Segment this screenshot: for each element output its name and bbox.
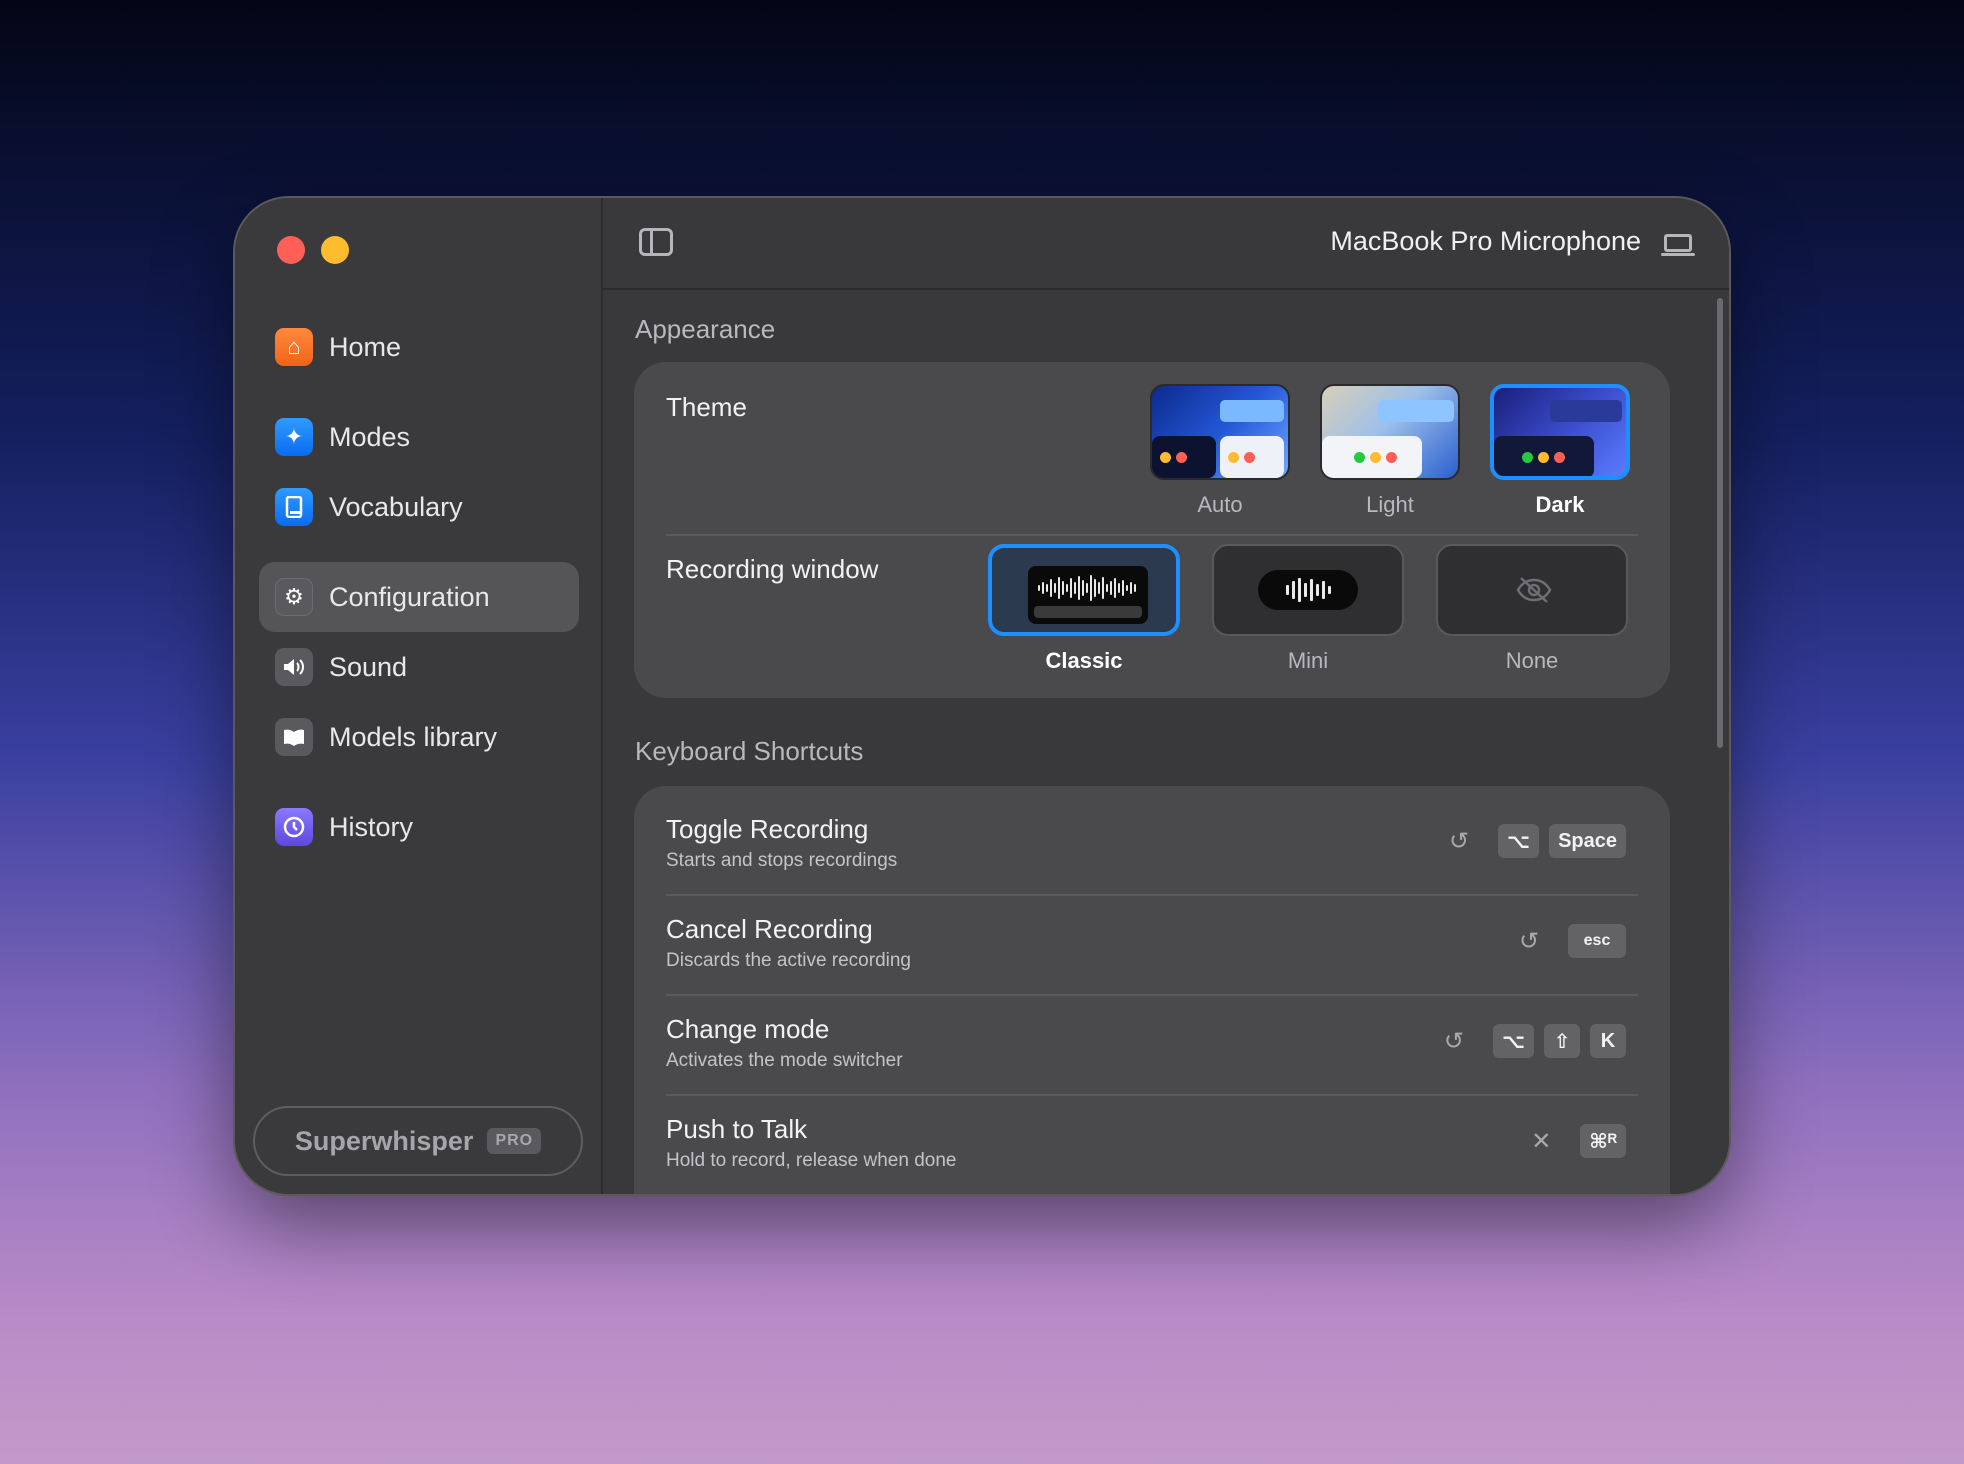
shortcut-subtitle: Activates the mode switcher xyxy=(666,1050,903,1071)
recording-option-mini[interactable]: Mini xyxy=(1212,544,1404,674)
shortcut-keys-toggle-recording[interactable]: ↺ ⌥ Space xyxy=(1446,824,1626,858)
sidebar-item-label: Models library xyxy=(329,721,498,752)
waveform-icon xyxy=(1258,570,1358,610)
shortcut-title: Push to Talk xyxy=(666,1114,808,1144)
gear-icon: ⚙ xyxy=(275,578,313,616)
shortcut-subtitle: Hold to record, release when done xyxy=(666,1150,957,1171)
shortcut-subtitle: Discards the active recording xyxy=(666,950,911,971)
eye-slash-icon xyxy=(1516,577,1552,603)
brand-name: Superwhisper xyxy=(294,1125,474,1156)
scrollbar[interactable] xyxy=(1717,298,1723,748)
divider xyxy=(666,534,1638,536)
sidebar: ⌂ Home ✦ Modes Vocabulary ⚙ Configuratio… xyxy=(235,198,603,1194)
sidebar-item-sound[interactable]: Sound xyxy=(259,632,579,702)
theme-option-light[interactable]: Light xyxy=(1320,384,1460,518)
sidebar-item-label: Configuration xyxy=(329,581,490,612)
recording-mini-thumbnail xyxy=(1212,544,1404,636)
waveform-icon xyxy=(1038,574,1138,602)
key-option: ⌥ xyxy=(1498,824,1540,858)
reset-icon[interactable]: ↺ xyxy=(1516,928,1542,955)
theme-label-light: Light xyxy=(1366,492,1414,517)
sidebar-item-models-library[interactable]: Models library xyxy=(259,702,579,772)
sidebar-item-label: Modes xyxy=(329,421,411,452)
divider xyxy=(666,1094,1638,1096)
keyboard-shortcuts-title: Keyboard Shortcuts xyxy=(635,736,864,766)
sidebar-item-home[interactable]: ⌂ Home xyxy=(259,312,579,382)
recording-none-thumbnail xyxy=(1436,544,1628,636)
close-button[interactable] xyxy=(277,236,305,264)
appearance-section-title: Appearance xyxy=(635,314,776,344)
recording-classic-thumbnail xyxy=(988,544,1180,636)
history-icon xyxy=(275,808,313,846)
clear-icon[interactable]: ✕ xyxy=(1528,1128,1554,1155)
theme-label-dark: Dark xyxy=(1535,492,1585,517)
speaker-icon xyxy=(275,648,313,686)
recording-option-classic[interactable]: Classic xyxy=(988,544,1180,674)
recording-window-label: Recording window xyxy=(666,554,879,584)
sidebar-item-configuration[interactable]: ⚙ Configuration xyxy=(259,562,579,632)
key-space: Space xyxy=(1549,824,1626,858)
microphone-selector[interactable]: MacBook Pro Microphone xyxy=(1330,226,1641,257)
recording-option-none[interactable]: None xyxy=(1436,544,1628,674)
key-shift: ⇧ xyxy=(1544,1024,1580,1058)
sidebar-item-vocabulary[interactable]: Vocabulary xyxy=(259,472,579,542)
sidebar-item-label: History xyxy=(329,811,414,842)
theme-dark-thumbnail xyxy=(1490,384,1630,480)
shortcut-subtitle: Starts and stops recordings xyxy=(666,850,898,871)
open-book-icon xyxy=(275,718,313,756)
app-window: ⌂ Home ✦ Modes Vocabulary ⚙ Configuratio… xyxy=(233,196,1731,1196)
shortcut-title: Cancel Recording xyxy=(666,914,873,944)
reset-icon[interactable]: ↺ xyxy=(1441,1028,1467,1055)
recording-label-mini: Mini xyxy=(1287,648,1329,673)
sidebar-item-label: Home xyxy=(329,331,402,362)
theme-label-auto: Auto xyxy=(1197,492,1243,517)
shortcut-keys-push-to-talk[interactable]: ✕ ⌘ᴿ xyxy=(1528,1124,1626,1158)
theme-label: Theme xyxy=(666,392,747,422)
window-controls xyxy=(277,236,349,264)
recording-label-classic: Classic xyxy=(1045,648,1123,673)
theme-auto-thumbnail xyxy=(1150,384,1290,480)
main-content: MacBook Pro Microphone Appearance Theme … xyxy=(603,198,1729,1194)
shortcut-keys-cancel-recording[interactable]: ↺ esc xyxy=(1516,924,1626,958)
sidebar-item-modes[interactable]: ✦ Modes xyxy=(259,402,579,472)
recording-label-none: None xyxy=(1505,648,1559,673)
key-k: K xyxy=(1590,1024,1626,1058)
theme-light-thumbnail xyxy=(1320,384,1460,480)
toolbar: MacBook Pro Microphone xyxy=(603,198,1729,290)
sidebar-item-label: Sound xyxy=(329,651,408,682)
sidebar-toggle-icon[interactable] xyxy=(639,228,673,256)
minimize-button[interactable] xyxy=(321,236,349,264)
shortcut-keys-change-mode[interactable]: ↺ ⌥ ⇧ K xyxy=(1441,1024,1626,1058)
laptop-icon[interactable] xyxy=(1661,234,1695,256)
book-icon xyxy=(275,488,313,526)
sparkle-icon: ✦ xyxy=(275,418,313,456)
key-escape: esc xyxy=(1568,924,1626,958)
shortcuts-card: Toggle Recording Starts and stops record… xyxy=(634,786,1670,1194)
sidebar-item-label: Vocabulary xyxy=(329,491,463,522)
shortcut-title: Change mode xyxy=(666,1014,830,1044)
divider xyxy=(666,994,1638,996)
upgrade-pro-button[interactable]: Superwhisper PRO xyxy=(253,1106,583,1176)
house-icon: ⌂ xyxy=(275,328,313,366)
theme-option-dark[interactable]: Dark xyxy=(1490,384,1630,518)
sidebar-item-history[interactable]: History xyxy=(259,792,579,862)
shortcut-title: Toggle Recording xyxy=(666,814,869,844)
theme-option-auto[interactable]: Auto xyxy=(1150,384,1290,518)
reset-icon[interactable]: ↺ xyxy=(1446,828,1472,855)
key-option: ⌥ xyxy=(1492,1024,1534,1058)
divider xyxy=(666,894,1638,896)
key-command-right: ⌘ᴿ xyxy=(1580,1124,1626,1158)
appearance-card: Theme Auto Light Dark Recording window C… xyxy=(634,362,1670,698)
pro-badge: PRO xyxy=(487,1128,542,1154)
